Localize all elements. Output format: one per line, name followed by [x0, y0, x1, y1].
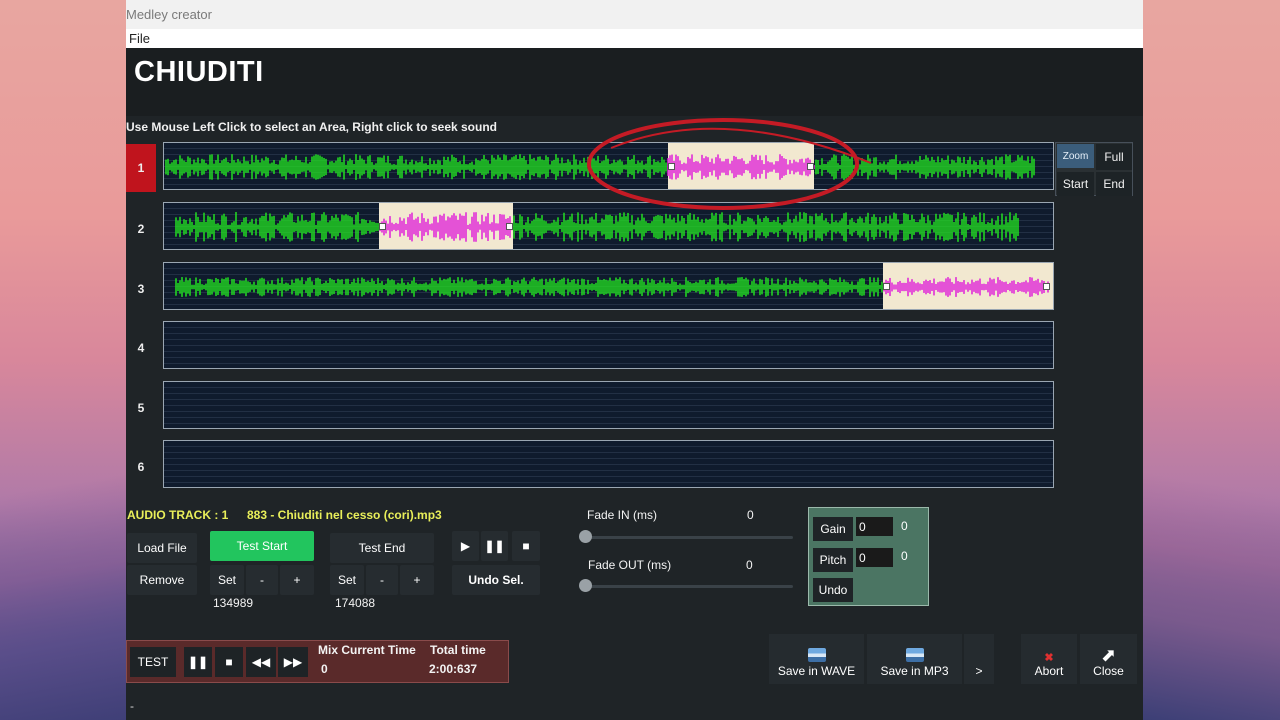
total-time-value: 2:00:637 [429, 662, 478, 676]
pause-icon: ❚❚ [484, 539, 505, 553]
mix-stop-button[interactable]: ■ [215, 647, 243, 677]
track-number-2[interactable]: 2 [126, 205, 156, 253]
zoom-label: Zoom [1057, 144, 1094, 168]
waveform-track-3 [175, 277, 1049, 297]
mix-transport-bar: TEST ❚❚ ■ ◀◀ ▶▶ Mix Current Time 0 Total… [126, 640, 509, 683]
mix-forward-button[interactable]: ▶▶ [278, 647, 308, 677]
annotation-circle [587, 118, 872, 210]
pause-button[interactable]: ❚❚ [481, 531, 508, 561]
set-end-button[interactable]: Set [330, 565, 364, 595]
floppy-disk-icon [905, 648, 924, 662]
pause-icon: ❚❚ [187, 655, 209, 669]
selection-end-handle[interactable] [1043, 283, 1050, 290]
mix-current-time-label: Mix Current Time [318, 643, 416, 657]
save-wave-label: Save in WAVE [777, 664, 856, 678]
track-lane-6[interactable] [163, 440, 1054, 488]
save-mp3-button[interactable]: Save in MP3 [867, 634, 962, 684]
abort-button[interactable]: ✖ Abort [1021, 634, 1077, 684]
close-door-icon: ⬈ [1100, 645, 1117, 665]
fade-out-slider-knob[interactable] [579, 579, 592, 592]
fade-out-slider[interactable] [585, 585, 793, 588]
song-title: CHIUDITI [134, 56, 264, 88]
selection-end-handle[interactable] [506, 223, 513, 230]
undo-gain-button[interactable]: Undo [813, 578, 853, 602]
gain-button[interactable]: Gain [813, 517, 853, 541]
audio-track-filename: 883 - Chiuditi nel cesso (cori).mp3 [247, 508, 442, 522]
track-number-6[interactable]: 6 [126, 443, 156, 491]
fade-out-value: 0 [746, 558, 753, 572]
load-file-button[interactable]: Load File [127, 533, 197, 563]
floppy-disk-icon [807, 648, 826, 662]
instruction-text: Use Mouse Left Click to select an Area, … [126, 120, 497, 134]
fade-out-label: Fade OUT (ms) [588, 558, 672, 572]
zoom-end-button[interactable]: End [1096, 172, 1132, 196]
undo-selection-button[interactable]: Undo Sel. [452, 565, 540, 595]
end-increment-button[interactable]: + [400, 565, 434, 595]
save-mp3-label: Save in MP3 [880, 664, 949, 678]
test-start-button[interactable]: Test Start [210, 531, 314, 561]
start-decrement-button[interactable]: - [246, 565, 278, 595]
test-end-button[interactable]: Test End [330, 533, 434, 563]
stop-button[interactable]: ■ [512, 531, 540, 561]
more-options-button[interactable]: > [964, 634, 994, 684]
mix-pause-button[interactable]: ❚❚ [184, 647, 212, 677]
status-bar: - [126, 696, 1143, 720]
audio-track-label: AUDIO TRACK : 1 [127, 508, 229, 522]
start-value: 134989 [213, 596, 254, 610]
fade-in-slider-knob[interactable] [579, 530, 592, 543]
play-button[interactable]: ▶ [452, 531, 479, 561]
selection-start-handle[interactable] [883, 283, 890, 290]
track-number-5[interactable]: 5 [126, 384, 156, 432]
abort-x-icon: ✖ [1044, 652, 1054, 664]
play-icon: ▶ [460, 539, 471, 553]
pitch-input[interactable] [856, 548, 893, 567]
stop-icon: ■ [225, 655, 233, 669]
fast-forward-icon: ▶▶ [283, 655, 303, 669]
background-mountain-right [1143, 390, 1280, 720]
background-mountain-left [0, 390, 126, 720]
selection-start-handle[interactable] [379, 223, 386, 230]
close-button[interactable]: ⬈ Close [1080, 634, 1137, 684]
more-options-label: > [975, 664, 983, 678]
track-lane-3[interactable] [163, 262, 1054, 310]
start-increment-button[interactable]: + [280, 565, 314, 595]
pitch-value: 0 [901, 549, 908, 563]
mix-current-time-value: 0 [321, 662, 328, 676]
zoom-full-button[interactable]: Full [1096, 144, 1132, 170]
gain-pitch-panel: Gain 0 Pitch 0 Undo [808, 507, 929, 606]
fade-in-label: Fade IN (ms) [587, 508, 658, 522]
rewind-icon: ◀◀ [251, 655, 271, 669]
test-mix-button[interactable]: TEST [130, 647, 176, 677]
save-wave-button[interactable]: Save in WAVE [769, 634, 864, 684]
remove-button[interactable]: Remove [127, 565, 197, 595]
window-title: Medley creator [126, 7, 212, 22]
status-text: - [130, 699, 134, 713]
title-bar: Medley creator [126, 0, 1143, 29]
abort-label: Abort [1034, 664, 1064, 678]
pitch-button[interactable]: Pitch [813, 548, 853, 572]
mix-rewind-button[interactable]: ◀◀ [246, 647, 276, 677]
total-time-label: Total time [430, 643, 486, 657]
app-window: Medley creator File CHIUDITI Use Mouse L… [126, 0, 1143, 720]
menu-bar: File [126, 29, 1143, 48]
fade-in-slider[interactable] [585, 536, 793, 539]
close-label: Close [1093, 664, 1124, 678]
gain-value: 0 [901, 519, 908, 533]
header: CHIUDITI [126, 48, 1143, 116]
track-lane-5[interactable] [163, 381, 1054, 429]
end-value: 174088 [335, 596, 376, 610]
zoom-panel: Zoom Full Start End [1055, 142, 1133, 196]
menu-file[interactable]: File [129, 31, 150, 46]
end-decrement-button[interactable]: - [366, 565, 398, 595]
track-number-3[interactable]: 3 [126, 265, 156, 313]
track-lane-4[interactable] [163, 321, 1054, 369]
stop-icon: ■ [522, 539, 530, 553]
track-number-4[interactable]: 4 [126, 324, 156, 372]
fade-in-value: 0 [747, 508, 754, 522]
set-start-button[interactable]: Set [210, 565, 244, 595]
zoom-start-button[interactable]: Start [1057, 172, 1094, 196]
gain-input[interactable] [856, 517, 893, 536]
track-number-1[interactable]: 1 [126, 144, 156, 192]
